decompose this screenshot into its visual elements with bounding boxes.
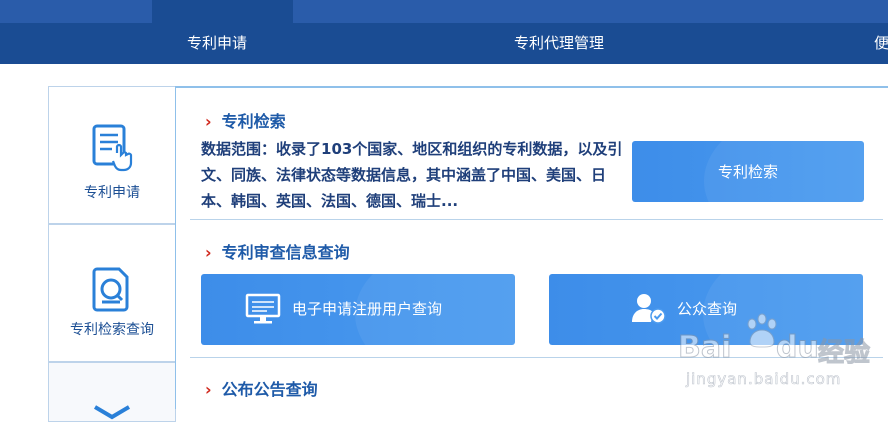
- nav-item-patent-application[interactable]: 专利申请: [187, 32, 247, 53]
- user-check-icon: [632, 294, 666, 324]
- top-nav-strip: [0, 0, 888, 23]
- baidu-jingyan-watermark: Bai du 经验 jingyan.baidu.com: [672, 313, 872, 396]
- monitor-icon: [245, 293, 281, 324]
- tab-label: 专利检索查询: [70, 322, 154, 338]
- data-scope-description: 数据范围：收录了103个国家、地区和组织的专利数据，以及引文、同族、法律状态等数…: [201, 140, 623, 210]
- active-nav-indicator: [152, 0, 293, 23]
- mail-icon: [93, 405, 131, 420]
- tab-label: 专利申请: [84, 185, 140, 201]
- watermark-cn: 经验: [817, 338, 871, 369]
- chevron-right-icon: ›: [205, 243, 212, 262]
- registered-user-query-button[interactable]: 电子申请注册用户查询: [201, 274, 515, 345]
- chevron-right-icon: ›: [205, 112, 212, 131]
- nav-item-convenience[interactable]: 便: [874, 32, 888, 53]
- watermark-brand: Bai: [677, 330, 732, 366]
- watermark-url: jingyan.baidu.com: [686, 370, 842, 389]
- section-divider: [190, 219, 883, 220]
- top-nav-bar: 专利申请 专利代理管理 便: [0, 0, 888, 64]
- nav-item-agency-management[interactable]: 专利代理管理: [514, 32, 604, 53]
- patent-search-button[interactable]: 专利检索: [632, 141, 864, 202]
- search-document-icon: [92, 267, 129, 312]
- tab-patent-search-query[interactable]: 专利检索查询: [48, 224, 176, 362]
- registered-user-query-label: 电子申请注册用户查询: [292, 300, 443, 318]
- patent-search-button-label: 专利检索: [717, 163, 778, 181]
- section-title-examination: › 专利审查信息查询: [205, 243, 350, 262]
- section-title-announcement: › 公布公告查询: [205, 380, 318, 399]
- section-title-patent-search: › 专利检索: [205, 112, 286, 131]
- document-hand-icon: [92, 124, 133, 172]
- tab-announcement[interactable]: [48, 362, 176, 422]
- tab-patent-application[interactable]: 专利申请: [48, 86, 176, 224]
- watermark-brand-end: du: [776, 330, 820, 366]
- chevron-right-icon: ›: [205, 380, 212, 399]
